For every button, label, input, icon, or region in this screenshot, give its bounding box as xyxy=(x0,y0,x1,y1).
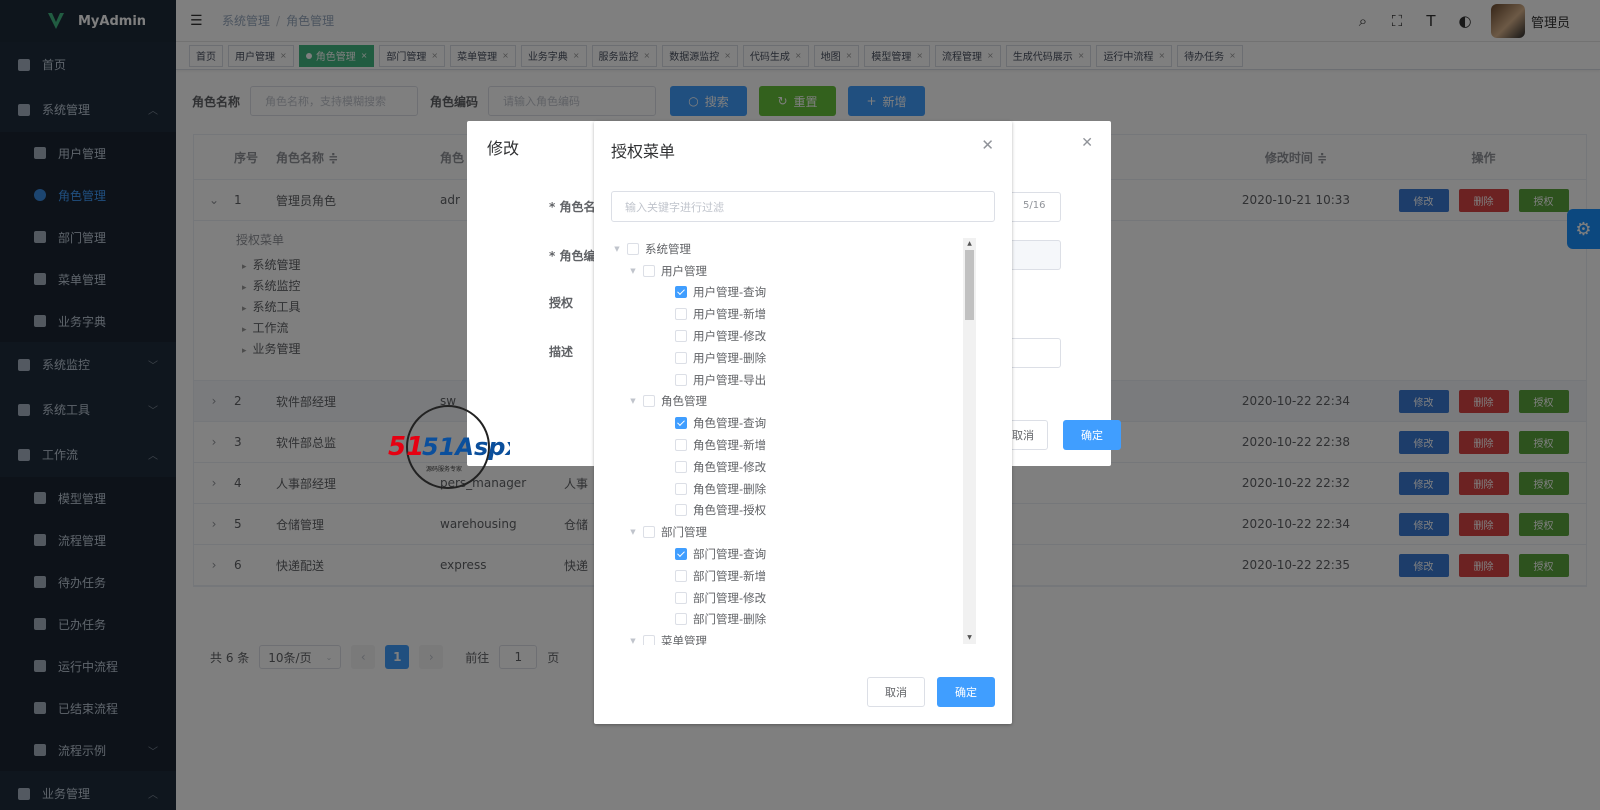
tree-checkbox[interactable] xyxy=(643,526,655,539)
tree-node-label: 用户管理 xyxy=(661,263,707,278)
tree-checkbox[interactable] xyxy=(675,417,687,430)
tree-node[interactable]: 用户管理-查询 xyxy=(611,282,995,304)
tree-checkbox[interactable] xyxy=(643,264,655,277)
watermark-slogan: 源码服务专家 xyxy=(426,465,462,473)
edit-ok-label: 确定 xyxy=(1081,429,1103,442)
confirm-button[interactable]: 确定 xyxy=(937,677,995,707)
tree-node-label: 用户管理-新增 xyxy=(693,307,767,322)
tree-checkbox[interactable] xyxy=(675,351,687,364)
edit-name-label: * 角色名 xyxy=(549,200,596,214)
tree-checkbox[interactable] xyxy=(643,635,655,645)
dialog-title: 授权菜单 xyxy=(611,142,676,161)
tree-node[interactable]: 角色管理-新增 xyxy=(611,434,995,456)
tree-node[interactable]: 用户管理-删除 xyxy=(611,347,995,369)
tree-filter-input[interactable]: 输入关键字进行过滤 xyxy=(611,191,995,222)
tree-node[interactable]: 部门管理-查询 xyxy=(611,543,995,565)
tree-node-label: 部门管理-修改 xyxy=(693,590,767,605)
tree-checkbox[interactable] xyxy=(675,569,687,582)
dialog-footer: 取消 确定 xyxy=(867,677,995,707)
tree-node[interactable]: ▼ 用户管理 xyxy=(611,260,995,282)
tree-node[interactable]: 角色管理-删除 xyxy=(611,478,995,500)
tree-node-label: 部门管理-查询 xyxy=(693,547,767,562)
edit-code-label: * 角色编 xyxy=(549,249,596,263)
tree-checkbox[interactable] xyxy=(643,395,655,408)
tree-node[interactable]: 用户管理-修改 xyxy=(611,325,995,347)
tree-node[interactable]: ▼ 系统管理 xyxy=(611,238,995,260)
tree-node-label: 角色管理 xyxy=(661,394,707,409)
scroll-up-icon[interactable]: ▲ xyxy=(963,238,976,250)
tree-checkbox[interactable] xyxy=(675,613,687,626)
tree-node[interactable]: ▼ 角色管理 xyxy=(611,391,995,413)
scroll-down-icon[interactable]: ▼ xyxy=(963,632,976,644)
caret-down-icon[interactable]: ▼ xyxy=(627,267,639,275)
tree-node[interactable]: 部门管理-修改 xyxy=(611,587,995,609)
menu-tree: ▼ 系统管理 ▼ 用户管理 用户管理-查询 用户管理-新增 用户管理-修改 用户管理-删除 用户… xyxy=(611,238,995,645)
tree-checkbox[interactable] xyxy=(627,242,639,255)
tree-node-label: 部门管理 xyxy=(661,525,707,540)
tree-node[interactable]: 用户管理-新增 xyxy=(611,303,995,325)
tree-checkbox[interactable] xyxy=(675,504,687,517)
close-icon[interactable]: ✕ xyxy=(1081,135,1093,151)
caret-down-icon[interactable]: ▼ xyxy=(611,245,623,253)
tree-checkbox[interactable] xyxy=(675,482,687,495)
tree-node-label: 用户管理-查询 xyxy=(693,285,767,300)
caret-down-icon[interactable]: ▼ xyxy=(627,397,639,405)
svg-text:51: 51 xyxy=(388,432,424,462)
tree-checkbox[interactable] xyxy=(675,330,687,343)
tree-node-label: 系统管理 xyxy=(645,241,691,256)
tree-node-label: 用户管理-删除 xyxy=(693,350,767,365)
tree-node-label: 部门管理-删除 xyxy=(693,612,767,627)
edit-grant-label: 授权 xyxy=(549,296,574,310)
tree-node[interactable]: 角色管理-授权 xyxy=(611,500,995,522)
close-icon[interactable]: ✕ xyxy=(981,136,994,154)
edit-cancel-label: 取消 xyxy=(1012,429,1034,442)
tree-node[interactable]: 角色管理-查询 xyxy=(611,412,995,434)
tree-checkbox[interactable] xyxy=(675,591,687,604)
tree-node-label: 角色管理-授权 xyxy=(693,503,767,518)
edit-dialog-title: 修改 xyxy=(487,139,520,158)
watermark-brand: 51Aspx xyxy=(422,433,510,461)
edit-desc-label: 描述 xyxy=(549,345,574,359)
tree-node-label: 角色管理-查询 xyxy=(693,416,767,431)
tree-scrollbar[interactable]: ▲ ▼ xyxy=(963,238,976,644)
tree-node[interactable]: 部门管理-删除 xyxy=(611,609,995,631)
tree-node-label: 菜单管理 xyxy=(661,634,707,645)
tree-node[interactable]: 角色管理-修改 xyxy=(611,456,995,478)
tree-node[interactable]: ▼ 部门管理 xyxy=(611,521,995,543)
tree-node-label: 用户管理-修改 xyxy=(693,329,767,344)
tree-node-label: 部门管理-新增 xyxy=(693,568,767,583)
caret-down-icon[interactable]: ▼ xyxy=(627,637,639,645)
grant-menu-dialog: 授权菜单 ✕ 输入关键字进行过滤 ▼ 系统管理 ▼ 用户管理用户管理-查询 用户管理-新… xyxy=(594,121,1012,724)
edit-name-counter: 5/16 xyxy=(1023,200,1046,211)
edit-ok-button[interactable]: 确定 xyxy=(1063,420,1121,450)
tree-checkbox[interactable] xyxy=(675,286,687,299)
tree-checkbox[interactable] xyxy=(675,460,687,473)
tree-checkbox[interactable] xyxy=(675,548,687,561)
scroll-thumb[interactable] xyxy=(965,250,974,320)
tree-node-label: 角色管理-修改 xyxy=(693,459,767,474)
tree-checkbox[interactable] xyxy=(675,373,687,386)
cancel-button[interactable]: 取消 xyxy=(867,677,925,707)
tree-node[interactable]: 部门管理-新增 xyxy=(611,565,995,587)
tree-checkbox[interactable] xyxy=(675,308,687,321)
caret-down-icon[interactable]: ▼ xyxy=(627,528,639,536)
tree-node-label: 用户管理-导出 xyxy=(693,372,767,387)
tree-node[interactable]: 用户管理-导出 xyxy=(611,369,995,391)
tree-node[interactable]: ▼ 菜单管理 xyxy=(611,630,995,645)
cancel-button-label: 取消 xyxy=(885,686,907,699)
confirm-button-label: 确定 xyxy=(955,686,977,699)
tree-node-label: 角色管理-新增 xyxy=(693,438,767,453)
tree-checkbox[interactable] xyxy=(675,439,687,452)
tree-node-label: 角色管理-删除 xyxy=(693,481,767,496)
watermark-logo: 51 51Aspx 源码服务专家 xyxy=(388,405,510,489)
